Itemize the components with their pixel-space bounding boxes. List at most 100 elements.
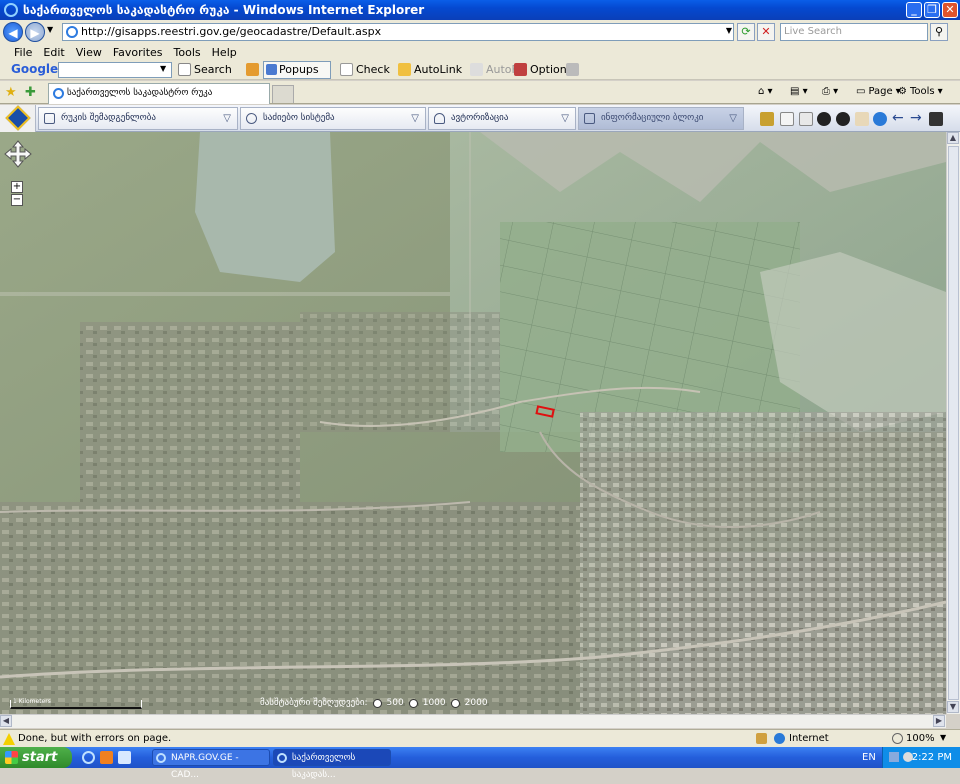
full-extent-icon[interactable] <box>929 112 943 126</box>
tab-active[interactable]: საქართველოს საკადასტრო რუკა <box>48 83 270 104</box>
language-indicator[interactable]: EN <box>862 752 876 763</box>
scale-option-1000: 1000 <box>422 698 446 708</box>
quicklaunch-media-icon[interactable] <box>100 751 113 764</box>
add-favorites-icon[interactable]: ✚ <box>25 85 36 100</box>
satellite-imagery <box>0 132 946 714</box>
arrow-left-icon[interactable]: ← <box>892 111 906 126</box>
refresh-icon[interactable]: ⟳ <box>737 23 755 41</box>
info-icon <box>584 113 595 124</box>
menu-favorites[interactable]: Favorites <box>113 46 163 59</box>
quicklaunch-desktop-icon[interactable] <box>118 751 131 764</box>
task-label: NAPR.GOV.GE - CAD... <box>171 753 239 780</box>
user-icon <box>434 113 445 124</box>
tab-label: საქართველოს საკადასტრო რუკა <box>67 88 213 98</box>
tab-authorization[interactable]: ავტორიზაცია ▽ <box>428 107 576 130</box>
google-logo[interactable]: Google <box>11 62 58 76</box>
chevron-down-icon: ▽ <box>561 113 569 124</box>
page-menu-button[interactable]: ▭ Page ▾ <box>856 86 901 97</box>
page-label: Page <box>868 86 893 97</box>
google-search-input[interactable] <box>58 62 172 78</box>
zoom-in-icon[interactable] <box>817 112 831 126</box>
google-bookmark-icon[interactable] <box>246 63 259 76</box>
feeds-icon[interactable]: ▤ ▾ <box>790 86 808 97</box>
horizontal-scrollbar[interactable]: ◀ ▶ <box>0 714 946 728</box>
taskbar-item-cadastre[interactable]: საქართველოს საკადას... <box>273 749 391 780</box>
menu-edit[interactable]: Edit <box>43 46 64 59</box>
document-icon[interactable] <box>780 112 794 126</box>
tab-info-block[interactable]: ინფორმაციული ბლოკი ▽ <box>578 107 744 130</box>
scale-radio-1000[interactable] <box>408 698 418 708</box>
menu-file[interactable]: File <box>14 46 32 59</box>
print-icon[interactable]: ⎙ ▾ <box>822 86 838 97</box>
title-bar: საქართველოს საკადასტრო რუკა - Windows In… <box>0 0 960 20</box>
zoom-level[interactable]: 100% <box>906 733 935 744</box>
options-icon <box>514 63 527 76</box>
pan-control[interactable] <box>4 140 32 168</box>
restore-button[interactable]: ❐ <box>924 2 940 18</box>
taskbar: start NAPR.GOV.GE - CAD... საქართველოს ს… <box>0 747 960 780</box>
history-dropdown-icon[interactable]: ▼ <box>47 25 53 34</box>
vertical-scrollbar[interactable]: ▲ ▼ <box>946 132 960 714</box>
menu-bar: File Edit View Favorites Tools Help <box>0 44 960 60</box>
scroll-up-icon[interactable]: ▲ <box>947 132 959 144</box>
google-dropdown-icon[interactable]: ▼ <box>160 64 166 73</box>
back-button[interactable]: ◀ <box>3 22 23 42</box>
pan-hand-icon[interactable] <box>855 112 869 126</box>
scroll-down-icon[interactable]: ▼ <box>947 701 959 713</box>
map-view[interactable]: + − 1 Kilometers მასშტაბური შეზღუდვები: … <box>0 132 946 714</box>
zoom-icon <box>892 733 903 744</box>
forward-button[interactable]: ▶ <box>25 22 45 42</box>
zoom-dropdown-icon[interactable]: ▼ <box>940 733 946 742</box>
spell-check-button[interactable]: Check <box>340 63 390 76</box>
autolink-button[interactable]: AutoLink <box>398 63 462 76</box>
tab-authorization-label: ავტორიზაცია <box>451 113 509 123</box>
pan-arrows-icon <box>4 140 32 168</box>
google-search-button[interactable]: Search <box>178 63 232 76</box>
favorites-star-icon[interactable]: ★ <box>5 85 17 100</box>
abc-check-icon <box>340 63 353 76</box>
address-input[interactable]: http://gisapps.reestri.gov.ge/geocadastr… <box>62 23 734 41</box>
google-toolbar: Google ▼ Search Popups okay Check AutoLi… <box>0 60 960 92</box>
scale-radio-500[interactable] <box>372 698 382 708</box>
address-dropdown-icon[interactable]: ▼ <box>720 23 738 41</box>
start-button[interactable]: start <box>0 747 72 768</box>
home-icon[interactable]: ⌂ ▾ <box>758 86 773 97</box>
live-search-input[interactable]: Live Search <box>780 23 928 41</box>
close-button[interactable]: ✕ <box>942 2 958 18</box>
tools-label: Tools <box>909 86 935 97</box>
options-button[interactable]: Options <box>514 63 572 76</box>
menu-tools[interactable]: Tools <box>174 46 201 59</box>
scroll-thumb[interactable] <box>948 146 959 700</box>
zoom-out-icon[interactable] <box>836 112 850 126</box>
scale-radio-2000[interactable] <box>450 698 460 708</box>
scroll-right-icon[interactable]: ▶ <box>933 715 945 727</box>
map-zoom-in-button[interactable]: + <box>11 181 23 193</box>
protected-mode-icon <box>756 733 767 744</box>
status-message: Done, but with errors on page. <box>18 733 172 744</box>
autofill-icon <box>470 63 483 76</box>
minimize-button[interactable]: _ <box>906 2 922 18</box>
menu-help[interactable]: Help <box>212 46 237 59</box>
tab-search-system[interactable]: საძიებო სისტემა ▽ <box>240 107 426 130</box>
map-zoom-out-button[interactable]: − <box>11 194 23 206</box>
tab-map-layers[interactable]: რუკის შემადგენლობა ▽ <box>38 107 238 130</box>
task-label: საქართველოს საკადას... <box>292 753 356 780</box>
popups-button[interactable]: Popups okay <box>263 61 331 92</box>
stop-icon[interactable]: ✕ <box>757 23 775 41</box>
quicklaunch-ie-icon[interactable] <box>82 751 95 764</box>
tray-volume-icon[interactable] <box>903 752 913 762</box>
pencil-icon[interactable] <box>566 63 579 76</box>
arrow-right-icon[interactable]: → <box>910 111 924 126</box>
tray-network-icon[interactable] <box>889 752 899 762</box>
mail-icon[interactable] <box>799 112 813 126</box>
tools-menu-button[interactable]: ⚙ Tools ▾ <box>898 86 943 97</box>
page-favicon-icon <box>66 26 78 38</box>
scroll-left-icon[interactable]: ◀ <box>0 715 12 727</box>
taskbar-item-napr[interactable]: NAPR.GOV.GE - CAD... <box>152 749 270 780</box>
new-tab-button[interactable] <box>272 85 294 103</box>
identify-icon[interactable] <box>760 112 774 126</box>
globe-icon[interactable] <box>873 112 887 126</box>
search-icon[interactable]: ⚲ <box>930 23 948 41</box>
warning-icon[interactable] <box>3 733 15 745</box>
menu-view[interactable]: View <box>76 46 102 59</box>
